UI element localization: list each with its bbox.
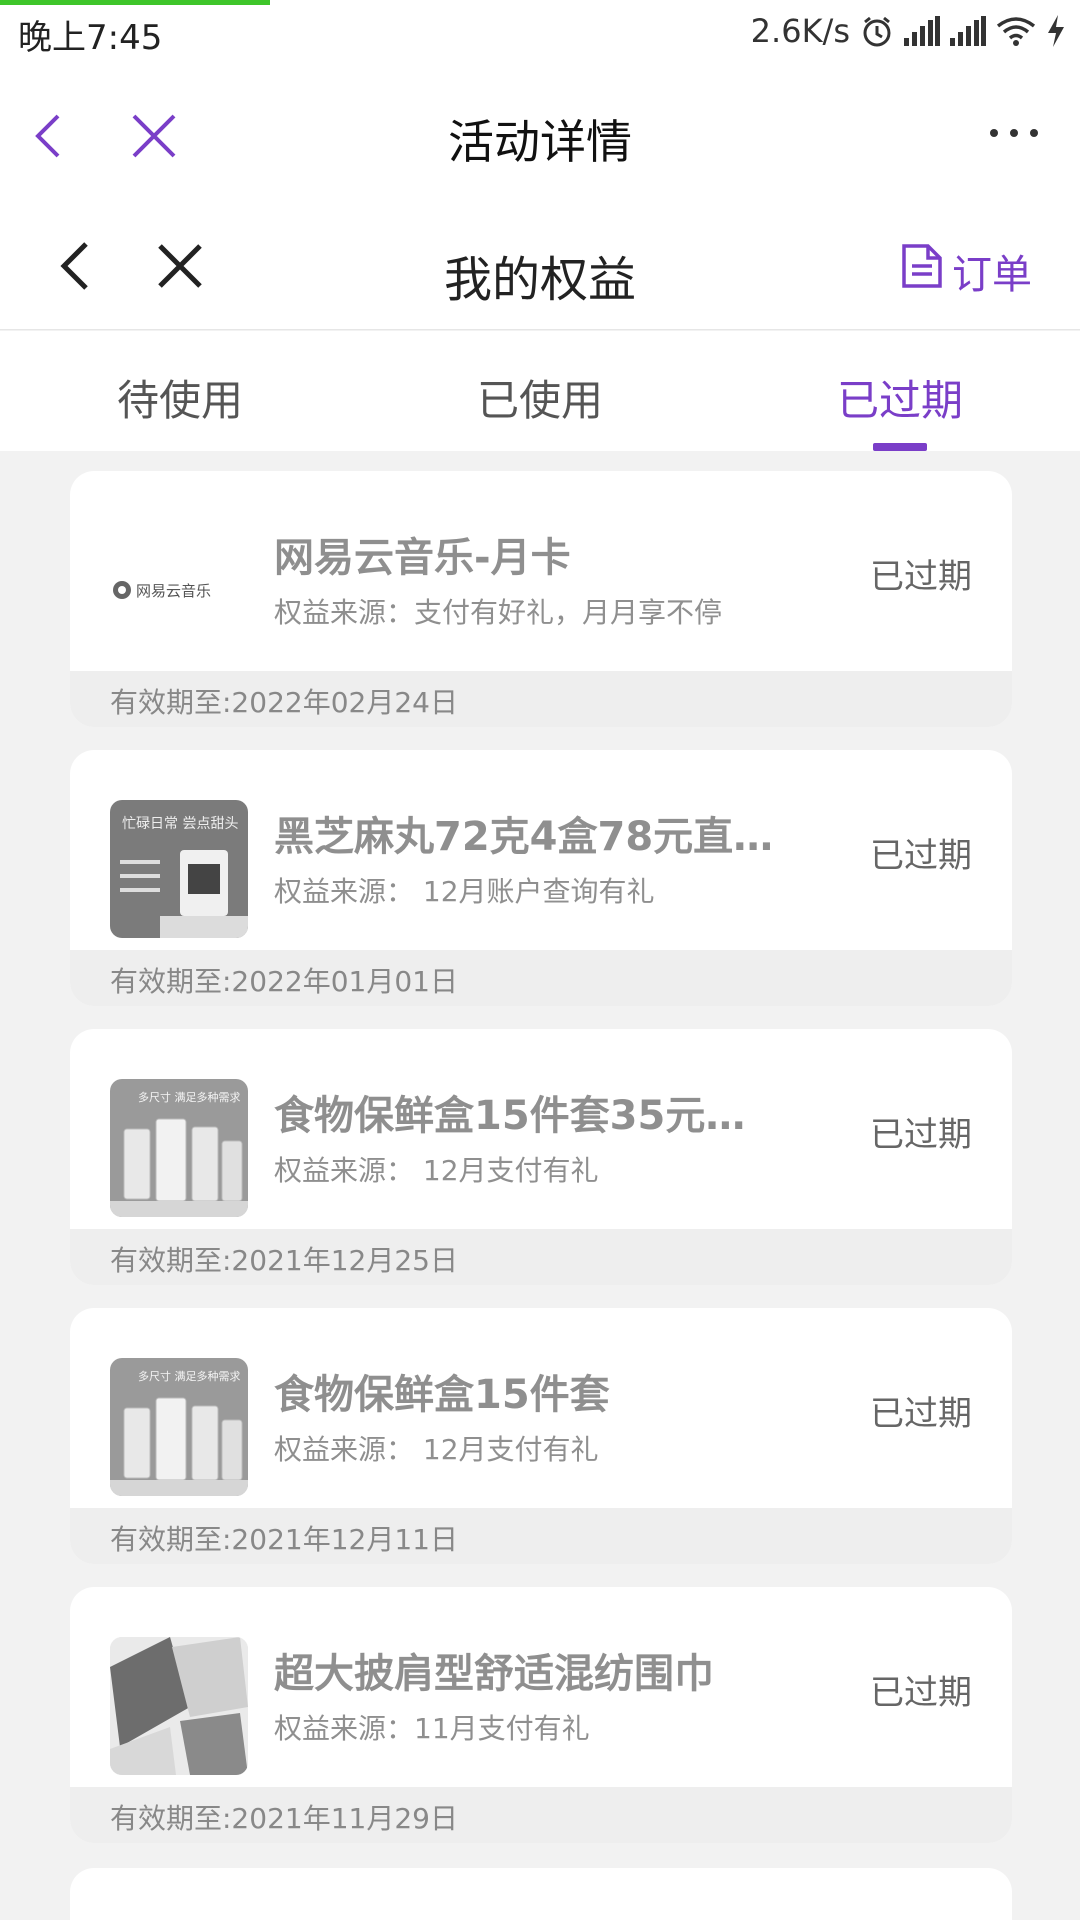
product-image: 多尺寸 满足多种需求	[110, 1358, 248, 1496]
tab-used[interactable]: 已使用	[360, 331, 720, 451]
benefit-source: 权益来源： 12月账户查询有礼	[274, 875, 655, 908]
network-speed: 2.6K/s	[750, 12, 850, 50]
order-label: 订单	[952, 252, 1032, 298]
benefit-title: 网易云音乐-月卡	[274, 535, 571, 581]
order-button[interactable]: 订单	[900, 242, 1032, 300]
wifi-icon	[996, 16, 1036, 46]
status-bar: 晚上7:45 2.6K/s	[0, 0, 1080, 66]
status-badge: 已过期	[870, 1673, 972, 1713]
expiry-date: 有效期至:2022年01月01日	[110, 965, 458, 998]
benefit-source: 权益来源： 12月支付有礼	[274, 1154, 599, 1187]
svg-text:多尺寸 满足多种需求: 多尺寸 满足多种需求	[138, 1090, 241, 1104]
benefit-title: 超大披肩型舒适混纺围巾	[274, 1651, 714, 1697]
product-image: 多尺寸 满足多种需求	[110, 1079, 248, 1217]
status-badge: 已过期	[870, 1394, 972, 1434]
benefit-title: 食物保鲜盒15件套	[274, 1372, 610, 1418]
page-header: 我的权益 订单	[0, 206, 1080, 330]
benefit-title: 食物保鲜盒15件套35元…	[274, 1093, 746, 1139]
benefit-source: 权益来源：支付有好礼，月月享不停	[274, 596, 723, 629]
status-badge: 已过期	[870, 557, 972, 597]
signal-icon-2	[950, 16, 986, 46]
tab-expired[interactable]: 已过期	[720, 331, 1080, 451]
charging-icon	[1046, 15, 1066, 47]
status-badge: 已过期	[870, 1115, 972, 1155]
expiry-date: 有效期至:2021年12月25日	[110, 1244, 458, 1277]
expiry-date: 有效期至:2021年11月29日	[110, 1802, 458, 1835]
expiry-date: 有效期至:2021年12月11日	[110, 1523, 458, 1556]
benefit-card-partial[interactable]	[70, 1868, 1012, 1920]
webview-header: 活动详情	[0, 66, 1080, 206]
benefit-source: 权益来源： 12月支付有礼	[274, 1433, 599, 1466]
more-icon[interactable]	[984, 118, 1044, 148]
benefit-title: 黑芝麻丸72克4盒78元直…	[274, 814, 774, 860]
document-icon	[900, 242, 944, 300]
alarm-icon	[860, 14, 894, 48]
status-time: 晚上7:45	[18, 18, 163, 58]
status-icons: 2.6K/s	[751, 12, 1066, 50]
tab-bar: 待使用 已使用 已过期	[0, 331, 1080, 451]
expiry-date: 有效期至:2022年02月24日	[110, 686, 458, 719]
svg-text:多尺寸 满足多种需求: 多尺寸 满足多种需求	[138, 1369, 241, 1383]
status-badge: 已过期	[870, 836, 972, 876]
benefit-card[interactable]: 网易云音乐 网易云音乐-月卡 权益来源：支付有好礼，月月享不停 已过期 有效期至…	[70, 471, 1012, 727]
benefit-card[interactable]: 多尺寸 满足多种需求 食物保鲜盒15件套35元… 权益来源： 12月支付有礼 已…	[70, 1029, 1012, 1285]
svg-text:网易云音乐: 网易云音乐	[136, 582, 211, 600]
benefit-card[interactable]: 多尺寸 满足多种需求 食物保鲜盒15件套 权益来源： 12月支付有礼 已过期 有…	[70, 1308, 1012, 1564]
benefit-card[interactable]: 超大披肩型舒适混纺围巾 权益来源：11月支付有礼 已过期 有效期至:2021年1…	[70, 1587, 1012, 1843]
svg-text:忙碌日常 尝点甜头: 忙碌日常 尝点甜头	[122, 816, 238, 832]
netease-music-logo: 网易云音乐	[110, 521, 248, 659]
signal-icon	[904, 16, 940, 46]
benefit-source: 权益来源：11月支付有礼	[274, 1712, 590, 1745]
tab-unused[interactable]: 待使用	[0, 331, 360, 451]
benefit-card[interactable]: 忙碌日常 尝点甜头 黑芝麻丸72克4盒78元直… 权益来源： 12月账户查询有礼…	[70, 750, 1012, 1006]
webview-title: 活动详情	[448, 115, 632, 169]
page-load-progress	[0, 0, 270, 5]
product-image	[110, 1637, 248, 1775]
product-image: 忙碌日常 尝点甜头	[110, 800, 248, 938]
